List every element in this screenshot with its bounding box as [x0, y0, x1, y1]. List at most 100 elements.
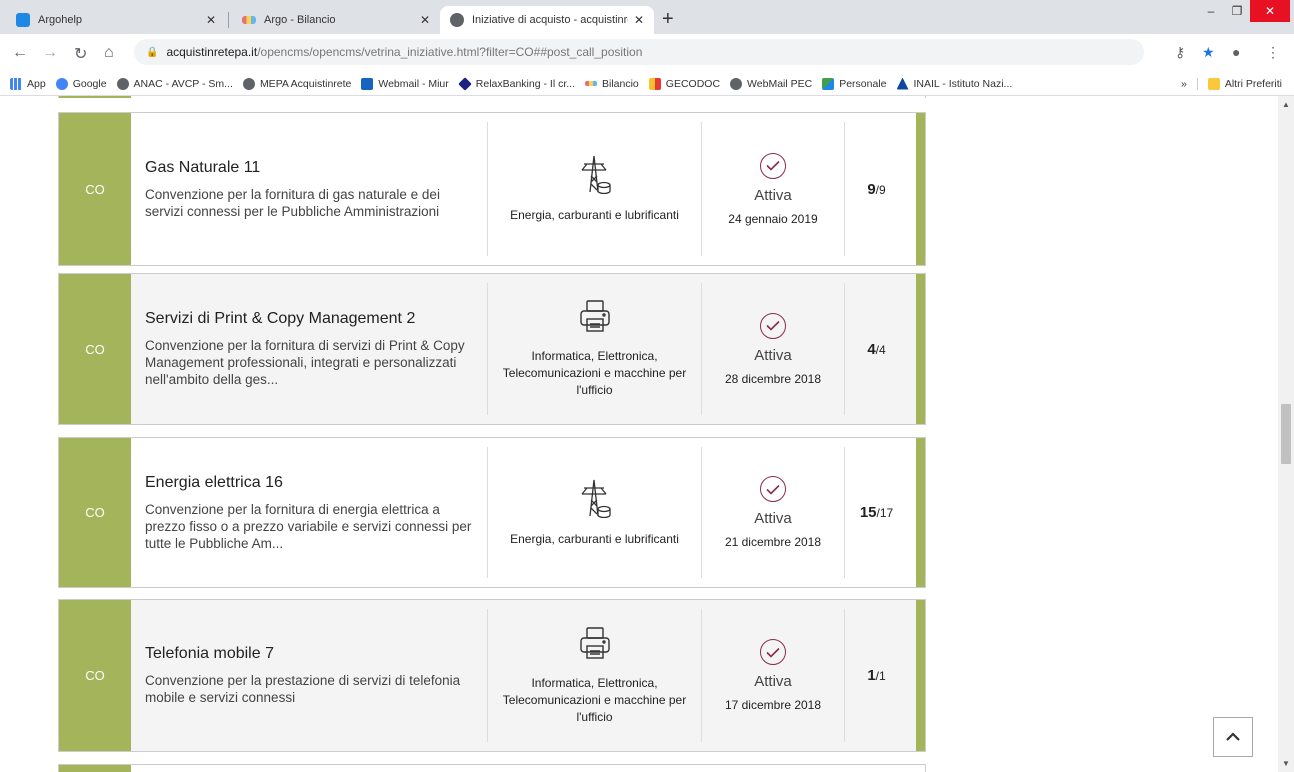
lot-count-total: /1	[875, 669, 886, 683]
card-title[interactable]: Energia elettrica 16	[145, 474, 473, 492]
minimize-icon[interactable]: –	[1198, 0, 1224, 22]
tab-argohelp[interactable]: Argohelp ✕	[6, 6, 226, 34]
tab-argo-bilancio[interactable]: Argo - Bilancio ✕	[232, 6, 440, 34]
tab-strip: Argohelp ✕ Argo - Bilancio ✕ Iniziative …	[0, 0, 1294, 34]
forward-icon[interactable]: →	[42, 44, 58, 62]
scrollbar[interactable]: ▲ ▼	[1278, 96, 1294, 772]
card-next-peek	[58, 764, 926, 772]
bookmark-webmail-pec[interactable]: WebMail PEC	[730, 77, 813, 90]
status-label: Attiva	[754, 673, 792, 690]
tab-title: Iniziative di acquisto - acquistinre	[472, 14, 628, 26]
electricity-pylon-icon	[578, 154, 612, 199]
lot-count-active: 4	[867, 340, 876, 358]
initiative-card[interactable]: CO Telefonia mobile 7 Convenzione per la p…	[58, 599, 926, 752]
bookmark-label: GECODOC	[665, 77, 721, 90]
bookmark-label: Webmail - Miur	[378, 77, 449, 90]
bookmark-gecodoc[interactable]: GECODOC	[648, 77, 721, 90]
lot-count-active: 1	[867, 667, 876, 684]
personale-icon	[822, 77, 835, 90]
lock-icon: 🔒	[146, 46, 159, 58]
back-icon[interactable]: ←	[12, 44, 28, 62]
bookmark-personale[interactable]: Personale	[822, 77, 887, 90]
status-date: 24 gennaio 2019	[728, 211, 818, 226]
webmail-icon	[361, 77, 374, 90]
lot-count: 9/9	[844, 122, 908, 256]
type-badge: CO	[59, 113, 131, 265]
bookmark-label: ANAC - AVCP - Sm...	[133, 77, 233, 90]
category-label: Energia, carburanti e lubrificanti	[510, 531, 679, 546]
reload-icon[interactable]: ↻	[74, 44, 87, 64]
bookmark-label: Bilancio	[602, 77, 639, 90]
bookmark-label: MEPA Acquistinrete	[259, 77, 352, 90]
window-close-icon[interactable]: ✕	[1250, 0, 1290, 22]
bookmark-webmail-miur[interactable]: Webmail - Miur	[361, 77, 449, 90]
card-info: Telefonia mobile 7 Convenzione per la pre…	[131, 600, 487, 751]
star-icon[interactable]: ★	[1202, 44, 1215, 61]
chevron-double-right-icon: »	[1180, 77, 1187, 90]
chevron-up-icon	[1226, 732, 1240, 741]
bookmark-bilancio[interactable]: Bilancio	[585, 78, 639, 90]
bookmark-label: Altri Preferiti	[1224, 77, 1282, 90]
status-column: Attiva 24 gennaio 2019	[701, 122, 844, 256]
card-title[interactable]: Telefonia mobile 7	[145, 645, 473, 663]
lot-count: 15/17	[844, 447, 908, 578]
argohelp-favicon-icon	[16, 13, 30, 27]
url-host: acquistinretepa.it	[166, 45, 258, 59]
restore-icon[interactable]: ❐	[1224, 0, 1250, 22]
menu-icon[interactable]: ⋮	[1266, 44, 1280, 61]
category-column: Energia, carburanti e lubrificanti	[487, 122, 701, 256]
back-to-top-button[interactable]	[1213, 717, 1253, 757]
close-tab-icon[interactable]: ✕	[634, 13, 644, 27]
scrollbar-thumb[interactable]	[1281, 404, 1291, 464]
status-label: Attiva	[754, 510, 792, 527]
printer-icon	[578, 626, 612, 667]
check-circle-icon	[760, 152, 786, 179]
address-bar-row: ← → ↻ ⌂ 🔒 acquistinretepa.it /opencms/op…	[0, 34, 1294, 72]
globe-icon	[450, 13, 464, 27]
home-icon[interactable]: ⌂	[104, 44, 114, 62]
status-date: 17 dicembre 2018	[724, 698, 822, 712]
type-badge: CO	[59, 274, 131, 424]
close-tab-icon[interactable]: ✕	[420, 13, 430, 27]
accent-bar	[916, 113, 925, 265]
card-title[interactable]: Gas Naturale 11	[145, 159, 473, 177]
initiative-card[interactable]: CO Energia elettrica 16 Convenzione per la…	[58, 437, 926, 588]
category-column: Energia, carburanti e lubrificanti	[487, 447, 701, 578]
gecodoc-icon	[648, 77, 661, 90]
scroll-up-arrow-icon[interactable]: ▲	[1282, 100, 1290, 109]
scroll-down-arrow-icon[interactable]: ▼	[1282, 759, 1290, 768]
url-field[interactable]: 🔒 acquistinretepa.it /opencms/opencms/ve…	[134, 39, 1144, 65]
bookmark-google[interactable]: Google	[55, 77, 107, 90]
profile-icon[interactable]: ●	[1232, 44, 1240, 60]
bookmark-label: INAIL - Istituto Nazi...	[913, 77, 1013, 90]
new-tab-button[interactable]: +	[662, 8, 674, 31]
tab-iniziative[interactable]: Iniziative di acquisto - acquistinre ✕	[440, 6, 654, 34]
folder-icon	[1207, 77, 1220, 90]
bookmark-app[interactable]: App	[10, 77, 46, 90]
initiative-card[interactable]: CO Servizi di Print & Copy Management 2 Co…	[58, 273, 926, 425]
bookmark-relaxbanking[interactable]: RelaxBanking - Il cr...	[457, 76, 575, 91]
tab-title: Argo - Bilancio	[264, 14, 336, 26]
check-circle-icon	[760, 639, 786, 665]
category-column: Informatica, Elettronica, Telecomunicazi…	[487, 609, 701, 742]
bookmark-label: WebMail PEC	[747, 77, 813, 90]
card-description: Convenzione per la fornitura di gas natu…	[145, 186, 440, 219]
bookmarks-bar: App Google ANAC - AVCP - Sm... MEPA Acqu…	[0, 72, 1294, 96]
status-date: 21 dicembre 2018	[724, 535, 822, 549]
type-badge: CO	[59, 438, 131, 587]
category-label: Informatica, Elettronica, Telecomunicazi…	[502, 675, 687, 724]
bookmark-inail[interactable]: INAIL - Istituto Nazi...	[896, 77, 1013, 90]
initiative-card[interactable]: CO Gas Naturale 11 Convenzione per la forn…	[58, 112, 926, 266]
globe-icon	[730, 77, 743, 90]
key-icon[interactable]: ⚷	[1175, 44, 1185, 61]
page-content: CO Gas Naturale 11 Convenzione per la forn…	[0, 96, 1278, 772]
bookmark-altri-preferiti[interactable]: Altri Preferiti	[1196, 77, 1282, 90]
bookmarks-overflow-button[interactable]: »	[1181, 78, 1187, 90]
bookmark-anac[interactable]: ANAC - AVCP - Sm...	[116, 77, 233, 90]
type-badge: CO	[59, 600, 131, 751]
close-tab-icon[interactable]: ✕	[206, 13, 216, 27]
status-date: 28 dicembre 2018	[724, 371, 822, 386]
bookmark-mepa[interactable]: MEPA Acquistinrete	[242, 77, 352, 90]
card-title[interactable]: Servizi di Print & Copy Management 2	[145, 310, 473, 328]
status-column: Attiva 28 dicembre 2018	[701, 283, 844, 415]
